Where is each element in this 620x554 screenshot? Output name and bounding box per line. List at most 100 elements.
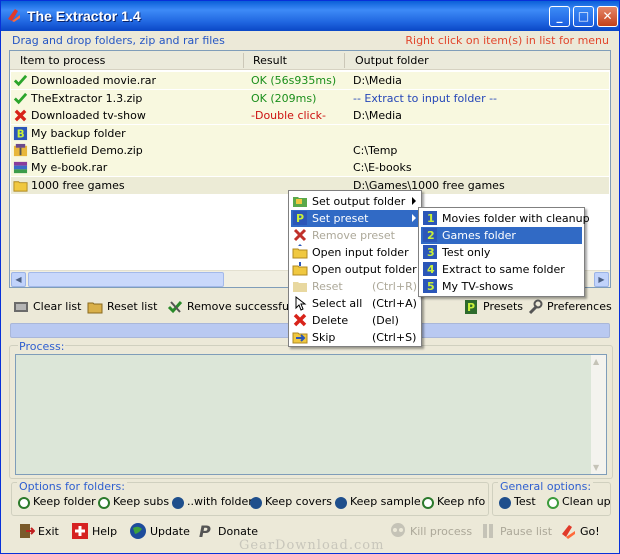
radio-label: Keep sample	[350, 495, 421, 508]
submenu-item-games-folder[interactable]: 2 Games folder	[421, 227, 582, 244]
menu-item-set-output-folder[interactable]: Set output folder	[291, 193, 419, 210]
menu-label: Reset	[312, 280, 343, 293]
kill-process-button[interactable]: Kill process	[389, 522, 472, 542]
radio-dot	[172, 497, 184, 509]
remove-successful-button[interactable]: Remove successful	[165, 296, 292, 318]
menu-label: Test only	[442, 246, 491, 259]
update-label: Update	[150, 525, 190, 538]
general-options-group: General options: Test Clean up	[492, 480, 611, 516]
radio-dot	[422, 497, 434, 509]
menu-label: Open input folder	[312, 246, 409, 259]
column-header-result[interactable]: Result	[253, 54, 287, 67]
go-button[interactable]: Go!	[559, 522, 609, 542]
scroll-down-icon[interactable]: ▼	[593, 463, 599, 472]
radio-dot	[499, 497, 511, 509]
row-item: Downloaded tv-show	[31, 109, 146, 122]
list-row[interactable]: Downloaded movie.rar OK (56s935ms) D:\Me…	[11, 72, 609, 89]
process-log[interactable]: ▲ ▼	[15, 354, 607, 475]
menu-label: Set preset	[312, 212, 369, 225]
go-label: Go!	[580, 525, 600, 538]
remove-icon	[167, 301, 183, 314]
row-output: -- Extract to input folder --	[353, 92, 498, 105]
close-button[interactable]: ✕	[597, 6, 618, 27]
preset-icon: 1	[423, 211, 437, 225]
process-group: Process: ▲ ▼	[9, 340, 613, 479]
radio-dot	[98, 497, 110, 509]
go-icon	[562, 525, 575, 539]
scroll-thumb[interactable]	[28, 272, 224, 287]
preset-icon: 3	[423, 245, 437, 259]
column-header-item[interactable]: Item to process	[20, 54, 105, 67]
svg-text:5: 5	[427, 280, 435, 293]
preferences-label: Preferences	[547, 300, 612, 313]
preferences-button[interactable]: Preferences	[525, 296, 613, 318]
menu-label: Remove preset	[312, 229, 395, 242]
preset-submenu: 1 Movies folder with cleanup 2 Games fol…	[418, 207, 590, 297]
watermark: GearDownload.com	[239, 538, 385, 553]
error-icon	[14, 109, 27, 122]
menu-item-skip[interactable]: Skip (Ctrl+S)	[291, 329, 419, 346]
menu-item-remove-preset[interactable]: Remove preset	[291, 227, 419, 244]
menu-label: Extract to same folder	[442, 263, 565, 276]
svg-text:B: B	[17, 128, 25, 140]
extractor-logo-icon	[8, 9, 20, 22]
help-button[interactable]: Help	[71, 522, 121, 542]
scroll-up-icon[interactable]: ▲	[593, 357, 599, 366]
menu-item-reset[interactable]: Reset (Ctrl+R)	[291, 278, 419, 295]
menu-item-set-preset[interactable]: P Set preset	[291, 210, 419, 227]
help-icon	[72, 523, 88, 539]
menu-label: Skip	[312, 331, 336, 344]
radio-label: Keep covers	[265, 495, 332, 508]
radio-dot	[18, 497, 30, 509]
open-folder-icon	[292, 244, 308, 259]
presets-button[interactable]: P Presets	[461, 296, 523, 318]
check-icon	[13, 74, 28, 87]
menu-item-delete[interactable]: Delete (Del)	[291, 312, 419, 329]
scroll-right-icon[interactable]: ▶	[594, 272, 609, 287]
radio-label: Keep folder	[33, 495, 96, 508]
menu-item-open-output-folder[interactable]: Open output folder	[291, 261, 419, 278]
exit-button[interactable]: Exit	[17, 522, 67, 542]
minimize-button[interactable]: _	[549, 6, 570, 27]
menu-item-open-input-folder[interactable]: Open input folder	[291, 244, 419, 261]
wrench-icon	[528, 299, 543, 315]
list-header: Item to process Result Output folder	[10, 51, 610, 70]
zip-icon	[13, 143, 28, 157]
row-result: -Double click-	[251, 109, 326, 122]
preset-icon: 4	[423, 262, 437, 276]
list-row[interactable]: My e-book.rar C:\E-books	[11, 159, 609, 176]
row-item: Downloaded movie.rar	[31, 74, 156, 87]
vertical-scrollbar[interactable]: ▲ ▼	[591, 355, 606, 474]
scroll-left-icon[interactable]: ◀	[11, 272, 26, 287]
submenu-item-extract-same-folder[interactable]: 4 Extract to same folder	[421, 261, 582, 278]
pause-list-button[interactable]: Pause list	[479, 522, 552, 542]
menu-label: Delete	[312, 314, 349, 327]
context-menu: Set output folder P Set preset Remove pr…	[288, 190, 422, 347]
reset-list-label: Reset list	[107, 300, 158, 313]
menu-item-select-all[interactable]: Select all (Ctrl+A)	[291, 295, 419, 312]
presets-icon: P	[465, 300, 477, 314]
submenu-item-tv-shows[interactable]: 5 My TV-shows	[421, 278, 582, 295]
update-button[interactable]: Update	[129, 522, 191, 542]
row-output: D:\Media	[353, 74, 402, 87]
menu-shortcut: (Ctrl+R)	[372, 280, 418, 293]
remove-successful-label: Remove successful	[187, 300, 293, 313]
list-row[interactable]: Battlefield Demo.zip C:\Temp	[11, 142, 609, 159]
clear-list-button[interactable]: Clear list	[11, 296, 81, 318]
reset-list-button[interactable]: Reset list	[85, 296, 161, 318]
radio-dot	[547, 497, 559, 509]
list-row[interactable]: B My backup folder	[11, 125, 609, 142]
submenu-item-test-only[interactable]: 3 Test only	[421, 244, 582, 261]
list-row[interactable]: Downloaded tv-show -Double click- D:\Med…	[11, 107, 609, 124]
radio-dot	[250, 497, 262, 509]
remove-preset-icon	[293, 228, 307, 242]
submenu-item-movies-folder[interactable]: 1 Movies folder with cleanup	[421, 210, 590, 227]
title-bar[interactable]: The Extractor 1.4 _ □ ✕	[1, 1, 619, 31]
clear-list-label: Clear list	[33, 300, 82, 313]
column-header-output[interactable]: Output folder	[355, 54, 429, 67]
right-click-hint: Right click on item(s) in list for menu	[405, 34, 609, 47]
maximize-button[interactable]: □	[573, 6, 594, 27]
list-row[interactable]: TheExtractor 1.3.zip OK (209ms) -- Extra…	[11, 90, 609, 107]
svg-text:P: P	[199, 522, 211, 540]
delete-icon	[293, 313, 307, 327]
